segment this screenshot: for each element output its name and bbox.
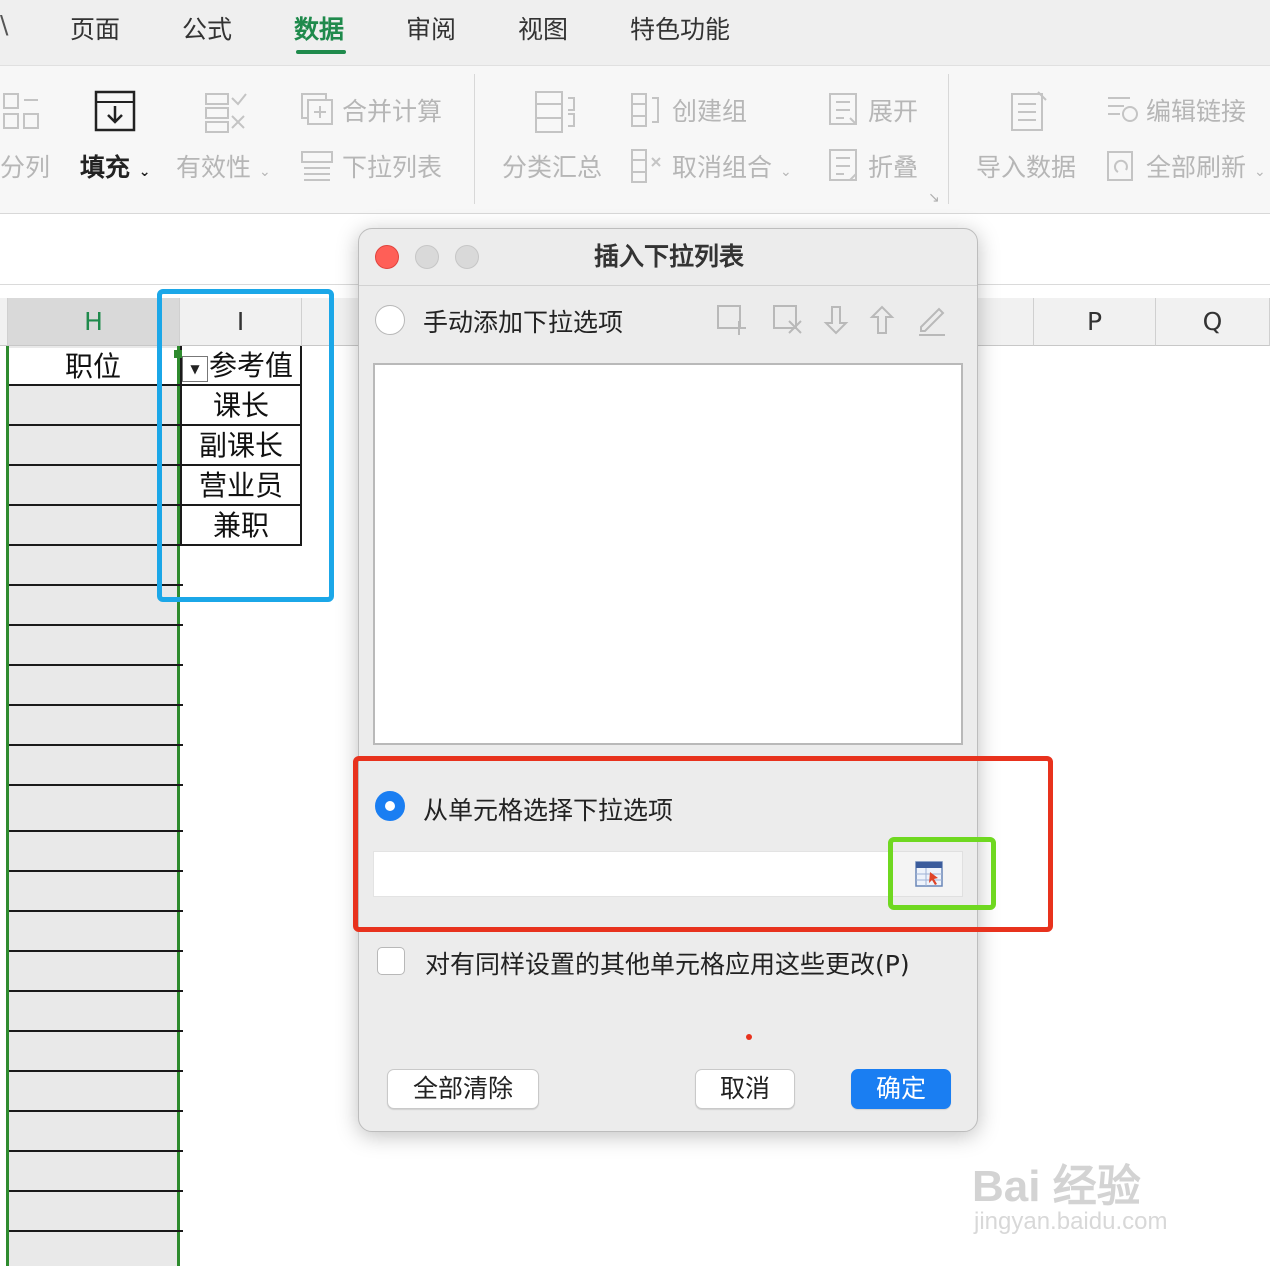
row-border [9, 830, 183, 832]
column-header-g[interactable] [0, 298, 8, 346]
validity-label: 有效性 [176, 153, 252, 182]
clear-all-button[interactable]: 全部清除 [387, 1069, 539, 1109]
spreadsheet-window: \ 页面 公式 数据 审阅 视图 特色功能 分列 填充 ⌄ 有效性 ⌄ 合并计算 [0, 0, 1270, 1266]
chevron-down-icon: ⌄ [138, 164, 151, 180]
row-border [9, 1070, 183, 1072]
collapse-icon [828, 148, 862, 184]
expand-icon [828, 92, 862, 128]
ungroup-icon [630, 148, 664, 184]
import-data-icon [1008, 90, 1052, 134]
column-header-p[interactable]: P [1034, 298, 1156, 346]
validity-button[interactable]: 有效性 ⌄ [176, 148, 271, 184]
subtotal-button[interactable]: 分类汇总 [502, 148, 602, 184]
dropdown-list-button[interactable]: 下拉列表 [342, 148, 442, 184]
move-up-icon[interactable] [865, 303, 899, 337]
create-group-button[interactable]: 创建组 [672, 92, 747, 128]
merge-calc-button[interactable]: 合并计算 [342, 92, 442, 128]
ok-button[interactable]: 确定 [851, 1069, 951, 1109]
fill-button[interactable]: 填充 ⌄ [80, 148, 150, 184]
column-header-o[interactable] [978, 298, 1034, 346]
validity-icon [204, 90, 248, 134]
column-header-q[interactable]: Q [1156, 298, 1270, 346]
expand-button[interactable]: 展开 [868, 92, 918, 128]
annotation-box-blue [157, 289, 334, 602]
split-columns-button[interactable]: 分列 [0, 148, 50, 184]
active-tab-indicator [296, 50, 346, 54]
column-header-h[interactable]: H [8, 298, 180, 346]
header-cell-position[interactable]: 职位 [9, 348, 177, 386]
row-border [9, 624, 183, 626]
row-border [9, 990, 183, 992]
apply-to-same-cells-checkbox[interactable] [377, 947, 405, 975]
move-down-icon[interactable] [819, 303, 853, 337]
dropdown-list-icon [300, 150, 334, 184]
row-border [9, 744, 183, 746]
edit-links-icon [1104, 92, 1140, 126]
row-border [9, 870, 183, 872]
menu-tab-partial-icon: \ [0, 10, 9, 39]
collapse-button[interactable]: 折叠 [868, 148, 918, 184]
options-listbox[interactable] [373, 363, 963, 745]
create-group-icon [630, 92, 664, 128]
import-data-button[interactable]: 导入数据 [976, 148, 1076, 184]
row-border [9, 704, 183, 706]
menu-tab-bar: \ 页面 公式 数据 审阅 视图 特色功能 [0, 0, 1270, 66]
row-border [9, 1190, 183, 1192]
group-launcher-icon[interactable]: ↘ [928, 190, 940, 206]
tab-formula[interactable]: 公式 [182, 10, 232, 46]
ungroup-label: 取消组合 [672, 153, 773, 182]
dialog-title: 插入下拉列表 [593, 242, 744, 271]
row-border [9, 1230, 183, 1232]
tab-data[interactable]: 数据 [294, 10, 344, 46]
tab-special-features[interactable]: 特色功能 [630, 10, 730, 46]
cancel-button[interactable]: 取消 [695, 1069, 795, 1109]
manual-option-label: 手动添加下拉选项 [423, 308, 624, 337]
merge-calc-icon [300, 92, 334, 126]
refresh-all-label: 全部刷新 [1146, 153, 1247, 182]
refresh-all-button[interactable]: 全部刷新 ⌄ [1146, 148, 1266, 184]
apply-to-same-cells-label: 对有同样设置的其他单元格应用这些更改(P) [425, 950, 910, 979]
annotation-box-green [888, 837, 996, 910]
edit-links-button[interactable]: 编辑链接 [1146, 92, 1246, 128]
row-border [9, 1150, 183, 1152]
tab-view[interactable]: 视图 [518, 10, 568, 46]
title-divider [359, 285, 977, 286]
selected-column-h[interactable] [6, 346, 183, 1266]
row-border [9, 664, 183, 666]
edit-item-icon[interactable] [915, 303, 949, 337]
baidu-watermark-logo: Bai 经验 [972, 1162, 1141, 1211]
chevron-down-icon: ⌄ [1253, 164, 1266, 180]
row-border [9, 950, 183, 952]
refresh-all-icon [1104, 148, 1140, 184]
baidu-watermark-url: jingyan.baidu.com [974, 1208, 1168, 1235]
tab-review[interactable]: 审阅 [406, 10, 456, 46]
tab-page[interactable]: 页面 [70, 10, 120, 46]
fill-label: 填充 [80, 153, 131, 182]
split-columns-icon [2, 90, 42, 134]
row-border [9, 910, 183, 912]
add-item-icon[interactable] [715, 303, 749, 337]
chevron-down-icon: ⌄ [779, 164, 792, 180]
ribbon-divider [474, 74, 475, 204]
ribbon-divider [948, 74, 949, 204]
delete-item-icon[interactable] [771, 303, 805, 337]
data-ribbon: 分列 填充 ⌄ 有效性 ⌄ 合并计算 下拉列表 分类汇总 创建组 取消组合 ⌄ … [0, 66, 1270, 214]
red-marker-dot [746, 1034, 752, 1040]
insert-dropdown-dialog: 插入下拉列表 手动添加下拉选项 从单元格选择下拉选项 对有同样设置的其他单元格应… [358, 228, 978, 1132]
chevron-down-icon: ⌄ [258, 164, 271, 180]
ungroup-button[interactable]: 取消组合 ⌄ [672, 148, 792, 184]
row-border [9, 1030, 183, 1032]
manual-option-radio[interactable] [375, 305, 405, 335]
subtotal-icon [534, 90, 578, 134]
row-border [9, 1110, 183, 1112]
row-border [9, 784, 183, 786]
fill-icon [94, 90, 136, 134]
